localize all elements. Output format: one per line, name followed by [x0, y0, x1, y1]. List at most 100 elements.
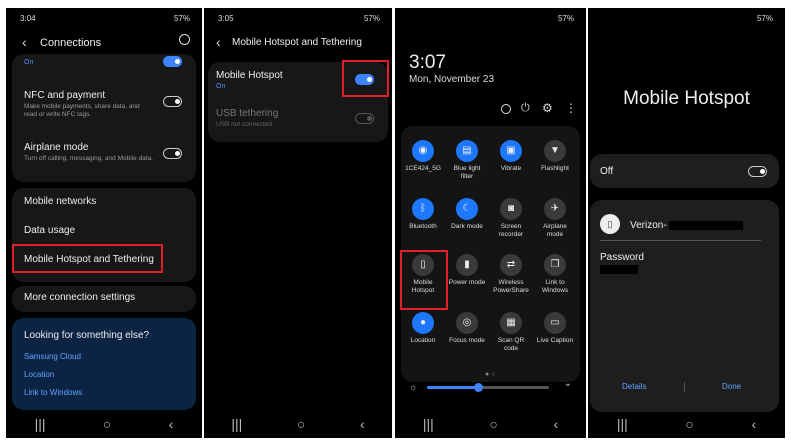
hotspot-toggle[interactable] [748, 166, 767, 177]
status-battery: 57% [363, 14, 380, 23]
airplane-title: Airplane mode [24, 142, 89, 153]
back-nav-icon[interactable]: ‹ [169, 416, 174, 432]
tile-airplane[interactable]: ✈ Airplane mode [535, 198, 575, 238]
nfc-sub: Make mobile payments, share data, and re… [24, 103, 140, 118]
usb-toggle[interactable] [355, 113, 374, 124]
brightness-thumb[interactable] [474, 383, 484, 392]
details-button[interactable]: Details [622, 382, 646, 391]
tile-powershare[interactable]: ⇄ Wireless PowerShare [491, 254, 531, 294]
tile-focus-mode[interactable]: ◎ Focus mode [447, 312, 487, 345]
flashlight-icon: ▼ [544, 140, 566, 162]
power-icon[interactable]: ⏻ [521, 102, 530, 115]
home-icon[interactable]: ○ [489, 416, 497, 432]
nav-bar: ||| ○ ‹ [588, 410, 785, 438]
quick-settings-panel: 57% 3:07 Mon, November 23 ⏻ ⚙ ⋮ ◉ 1CE424_… [395, 8, 586, 438]
highlight-box [12, 244, 163, 273]
brightness-slider[interactable] [427, 383, 549, 392]
tile-wifi[interactable]: ◉ 1CE424_5G [403, 140, 443, 173]
nfc-row[interactable]: NFC and payment Make mobile payments, sh… [24, 90, 184, 119]
back-nav-icon[interactable]: ‹ [553, 416, 558, 432]
menu-mobile-networks[interactable]: Mobile networks [24, 196, 96, 207]
back-icon[interactable]: ‹ [22, 34, 27, 50]
back-icon[interactable]: ‹ [216, 34, 221, 50]
page-indicator: ●○ [485, 371, 498, 378]
button-divider [684, 382, 685, 392]
tile-label: Focus mode [449, 337, 485, 344]
tile-label: Airplane mode [543, 223, 567, 238]
link-samsung-cloud[interactable]: Samsung Cloud [24, 352, 81, 361]
search-icon[interactable] [501, 104, 511, 114]
redacted-password [600, 265, 638, 274]
clock: 3:07 [409, 52, 446, 73]
usb-status: USB not connected [216, 121, 273, 128]
powershare-icon: ⇄ [500, 254, 522, 276]
connections-screen: 3:04 57% ‹ Connections On NFC and paymen… [6, 8, 202, 438]
wifi-toggle[interactable] [163, 56, 182, 67]
nav-bar: ||| ○ ‹ [395, 410, 586, 438]
recent-apps-icon[interactable]: ||| [35, 416, 46, 432]
tile-label: Screen recorder [498, 223, 524, 238]
tile-label: Wireless PowerShare [493, 279, 529, 294]
tile-label: Flashlight [541, 165, 569, 172]
more-options-icon[interactable]: ⋮ [565, 101, 577, 115]
settings-gear-icon[interactable]: ⚙ [542, 101, 553, 115]
highlight-box [342, 60, 389, 97]
bluetooth-icon: ᛒ [412, 198, 434, 220]
tile-label: 1CE424_5G [405, 165, 441, 172]
brightness-icon: ☼ [409, 382, 418, 392]
status-bar: 57% [596, 14, 777, 26]
home-icon[interactable]: ○ [685, 416, 693, 432]
wifi-status: On [24, 59, 34, 66]
screen-recorder-icon: ◙ [500, 198, 522, 220]
status-battery: 57% [756, 14, 773, 23]
blue-light-icon: ▤ [456, 140, 478, 162]
tile-label: Live Caption [536, 337, 574, 344]
done-button[interactable]: Done [722, 382, 741, 391]
location-icon: ● [412, 312, 434, 334]
home-icon[interactable]: ○ [103, 416, 111, 432]
tile-dark-mode[interactable]: ☾ Dark mode [447, 198, 487, 231]
live-caption-icon: ▭ [544, 312, 566, 334]
more-card: More connection settings [12, 286, 196, 312]
focus-mode-icon: ◎ [456, 312, 478, 334]
tile-bluetooth[interactable]: ᛒ Bluetooth [403, 198, 443, 231]
airplane-toggle[interactable] [163, 148, 182, 159]
tile-link-windows[interactable]: ❐ Link to Windows [535, 254, 575, 294]
recent-apps-icon[interactable]: ||| [617, 416, 628, 432]
device-icon: ▯ [600, 214, 620, 234]
nfc-toggle[interactable] [163, 96, 182, 107]
status-bar: 57% [403, 14, 578, 26]
airplane-row[interactable]: Airplane mode Turn off calling, messagin… [24, 142, 184, 163]
tile-label: Scan QR code [497, 337, 525, 352]
tile-label: Power mode [448, 279, 486, 286]
menu-data-usage[interactable]: Data usage [24, 225, 75, 236]
tile-screen-recorder[interactable]: ◙ Screen recorder [491, 198, 531, 238]
mobile-hotspot-screen: 57% Mobile Hotspot Off ▯ Verizon- Passwo… [588, 8, 785, 438]
link-location[interactable]: Location [24, 370, 54, 379]
hotspot-status: On [216, 83, 226, 90]
home-icon[interactable]: ○ [297, 416, 305, 432]
dark-mode-icon: ☾ [456, 198, 478, 220]
tile-label: Location [410, 337, 436, 344]
tile-qr[interactable]: ▦ Scan QR code [491, 312, 531, 352]
back-nav-icon[interactable]: ‹ [360, 416, 365, 432]
recent-apps-icon[interactable]: ||| [231, 416, 242, 432]
usb-row[interactable]: USB tethering USB not connected [216, 108, 278, 129]
tile-power-mode[interactable]: ▮ Power mode [447, 254, 487, 287]
tile-label: Bluetooth [409, 223, 437, 230]
tile-label: Blue light filter [453, 165, 481, 180]
airplane-icon: ✈ [544, 198, 566, 220]
tile-location[interactable]: ● Location [403, 312, 443, 345]
tile-flashlight[interactable]: ▼ Flashlight [535, 140, 575, 173]
menu-more-settings[interactable]: More connection settings [24, 292, 135, 303]
expand-chevron-icon[interactable]: ⌄ [564, 378, 572, 389]
recent-apps-icon[interactable]: ||| [423, 416, 434, 432]
hotspot-row[interactable]: Mobile Hotspot On [216, 70, 283, 90]
link-link-to-windows[interactable]: Link to Windows [24, 388, 82, 397]
back-nav-icon[interactable]: ‹ [751, 416, 756, 432]
tile-blue-light[interactable]: ▤ Blue light filter [447, 140, 487, 180]
search-icon[interactable] [179, 34, 190, 45]
off-card: Off [590, 154, 779, 188]
tile-vibrate[interactable]: ▣ Vibrate [491, 140, 531, 173]
tile-live-caption[interactable]: ▭ Live Caption [535, 312, 575, 345]
